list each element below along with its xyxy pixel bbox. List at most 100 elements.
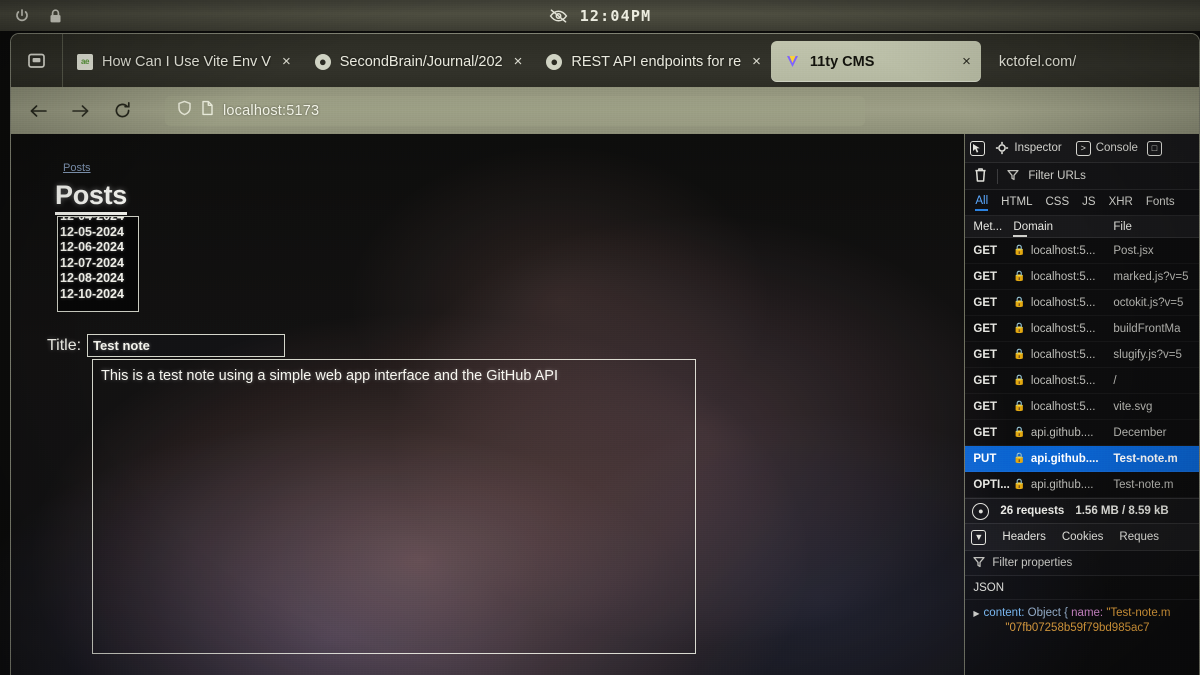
posts-select-listbox[interactable]: 12-04-2024 12-05-2024 12-06-2024 12-07-2… — [57, 216, 139, 312]
table-row-selected[interactable]: PUT 🔒 api.github.... Test-note.m — [965, 446, 1199, 472]
post-option[interactable]: 12-07-2024 — [58, 256, 138, 272]
post-option[interactable]: 12-06-2024 — [58, 240, 138, 256]
url-text: localhost:5173 — [223, 102, 320, 119]
column-header-domain[interactable]: Domain — [1013, 221, 1113, 237]
table-row[interactable]: OPTI... 🔒 api.github.... Test-note.m — [965, 472, 1199, 498]
firefox-view-icon[interactable] — [11, 34, 63, 87]
type-filter-fonts[interactable]: Fonts — [1146, 196, 1175, 210]
note-body-textarea[interactable] — [92, 359, 696, 654]
request-file: vite.svg — [1113, 400, 1153, 413]
tab-title: SecondBrain/Journal/202 — [339, 53, 503, 70]
table-row[interactable]: GET 🔒 api.github.... December — [965, 420, 1199, 446]
devtools-toolbar: Inspector > Console □ — [965, 134, 1199, 163]
element-picker-icon[interactable] — [970, 140, 986, 156]
trash-icon[interactable] — [973, 167, 988, 186]
tab-close-button[interactable]: × — [960, 54, 971, 69]
request-domain: 🔒 api.github.... — [1013, 478, 1094, 491]
column-header-method[interactable]: Met... — [965, 221, 1013, 233]
post-option[interactable]: 12-08-2024 — [58, 271, 138, 287]
type-filter-html[interactable]: HTML — [1001, 196, 1032, 210]
lock-icon: 🔒 — [1013, 427, 1026, 438]
lock-icon: 🔒 — [1013, 349, 1026, 360]
tab-close-button[interactable]: × — [750, 54, 761, 69]
json-key: content: — [983, 607, 1025, 619]
request-file: December — [1113, 426, 1167, 439]
debugger-icon[interactable]: □ — [1146, 140, 1162, 156]
detail-tab-request[interactable]: Reques — [1119, 531, 1159, 543]
json-object-marker: Object { — [1027, 607, 1068, 619]
tab-title: 11ty CMS — [809, 53, 875, 70]
request-method: GET — [973, 322, 998, 335]
request-method: PUT — [973, 452, 997, 465]
request-file: marked.js?v=5 — [1113, 270, 1189, 283]
request-domain: 🔒 localhost:5... — [1013, 400, 1096, 413]
lock-icon: 🔒 — [1013, 323, 1026, 334]
lock-icon: 🔒 — [1013, 401, 1026, 412]
network-summary-bar: ● 26 requests 1.56 MB / 8.59 kB — [965, 498, 1199, 524]
type-filter-js[interactable]: JS — [1082, 196, 1095, 210]
browser-tab-1[interactable]: ● SecondBrain/Journal/202 × — [301, 41, 533, 82]
json-string: "Test-note.m — [1106, 607, 1171, 619]
json-row[interactable]: ▶ content: Object { name: "Test-note.m — [973, 606, 1199, 621]
browser-tab-0[interactable]: ae How Can I Use Vite Env V × — [63, 41, 301, 82]
detail-tab-headers[interactable]: Headers — [1002, 531, 1045, 543]
filter-urls-input[interactable]: Filter URLs — [1028, 170, 1086, 182]
table-row[interactable]: GET 🔒 localhost:5... / — [965, 368, 1199, 394]
json-prop: name: — [1071, 607, 1104, 619]
table-row[interactable]: GET 🔒 localhost:5... vite.svg — [965, 394, 1199, 420]
post-option[interactable]: 12-05-2024 — [58, 225, 138, 241]
monitor-photo-screen: 12:04PM ae How Can I Use Vite Env V × ● … — [0, 0, 1200, 675]
tab-close-button[interactable]: × — [280, 54, 291, 69]
forward-arrow-icon[interactable] — [67, 98, 93, 124]
tab-close-button[interactable]: × — [512, 54, 523, 69]
table-row[interactable]: GET 🔒 localhost:5... buildFrontMa — [965, 316, 1199, 342]
page-icon[interactable] — [201, 100, 214, 121]
stackexchange-favicon: ae — [77, 53, 93, 70]
request-method: GET — [973, 348, 998, 361]
lock-icon: 🔒 — [1013, 479, 1026, 490]
browser-tab-3-active[interactable]: 11ty CMS × — [770, 41, 981, 82]
navigation-toolbar: localhost:5173 — [11, 87, 1199, 134]
devtools-filter-bar: Filter URLs — [965, 163, 1199, 190]
filter-properties-input[interactable]: Filter properties — [992, 557, 1072, 569]
type-filter-xhr[interactable]: XHR — [1109, 196, 1133, 210]
back-arrow-icon[interactable] — [25, 98, 51, 124]
request-domain: 🔒 api.github.... — [1013, 452, 1099, 465]
request-method: GET — [973, 270, 998, 283]
page-nav-link-posts[interactable]: Posts — [63, 162, 91, 174]
devtools-tab-inspector[interactable]: Inspector — [989, 138, 1066, 159]
url-bar[interactable]: localhost:5173 — [165, 95, 865, 126]
tab-overflow-label[interactable]: kctofel.com/ — [981, 41, 1086, 82]
reload-icon[interactable] — [109, 98, 135, 124]
filter-icon — [973, 556, 986, 571]
page-heading-posts: Posts — [55, 180, 127, 215]
eleventy-favicon — [785, 54, 801, 70]
table-row[interactable]: GET 🔒 localhost:5... octokit.js?v=5 — [965, 290, 1199, 316]
devtools-tab-console[interactable]: > Console — [1071, 138, 1143, 159]
table-row[interactable]: GET 🔒 localhost:5... marked.js?v=5 — [965, 264, 1199, 290]
detail-tab-cookies[interactable]: Cookies — [1062, 531, 1104, 543]
title-input[interactable] — [87, 334, 286, 357]
network-request-list: GET 🔒 localhost:5... Post.jsx GET 🔒 localh… — [965, 238, 1199, 498]
transferred-size: 1.56 MB / 8.59 kB — [1075, 505, 1169, 517]
lock-icon: 🔒 — [1013, 297, 1026, 308]
post-option[interactable]: 12-04-2024 — [58, 217, 138, 225]
table-row[interactable]: GET 🔒 localhost:5... Post.jsx — [965, 238, 1199, 264]
filter-icon — [1007, 169, 1020, 184]
type-filter-all[interactable]: All — [975, 195, 989, 211]
tab-strip: ae How Can I Use Vite Env V × ● SecondBr… — [11, 34, 1199, 87]
lock-icon: 🔒 — [1013, 375, 1026, 386]
request-method: GET — [973, 426, 998, 439]
chevron-right-icon[interactable]: ▶ — [973, 609, 979, 618]
post-option[interactable]: 12-10-2024 — [58, 287, 138, 303]
shield-icon[interactable] — [177, 100, 192, 121]
firefox-window: ae How Can I Use Vite Env V × ● SecondBr… — [10, 33, 1200, 675]
request-domain: 🔒 localhost:5... — [1013, 244, 1096, 257]
column-header-file[interactable]: File — [1113, 221, 1199, 233]
os-status-bar: 12:04PM — [0, 0, 1200, 31]
browser-tab-2[interactable]: ● REST API endpoints for re × — [532, 41, 771, 82]
table-row[interactable]: GET 🔒 localhost:5... slugify.js?v=5 — [965, 342, 1199, 368]
console-icon: > — [1075, 140, 1091, 156]
response-panel-icon[interactable]: ▼ — [971, 529, 987, 545]
type-filter-css[interactable]: CSS — [1045, 196, 1069, 210]
